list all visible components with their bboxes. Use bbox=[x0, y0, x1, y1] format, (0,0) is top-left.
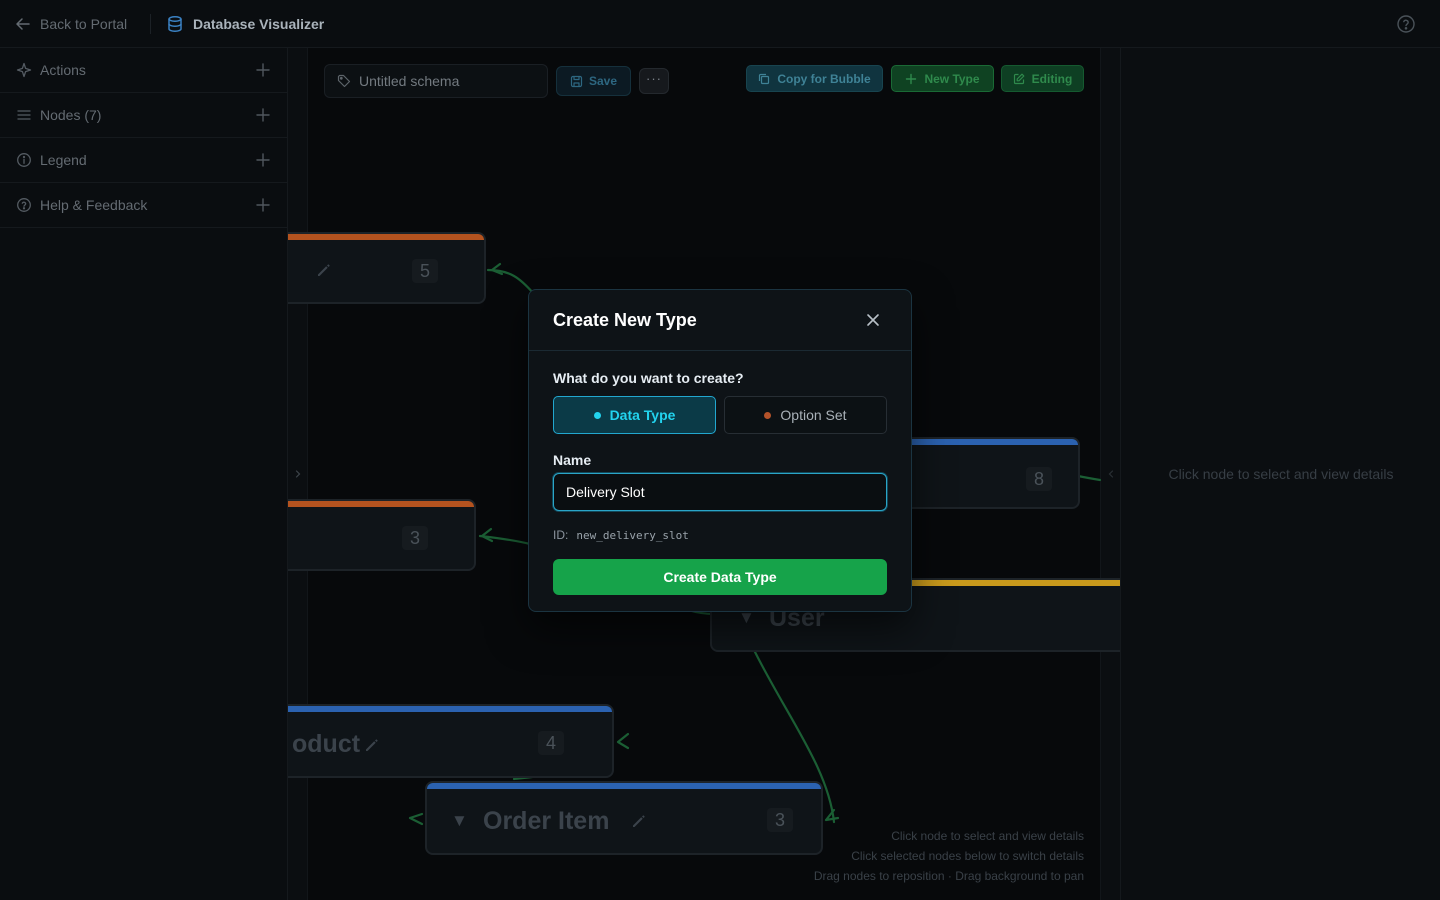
close-icon[interactable] bbox=[865, 312, 881, 328]
sidebar-item-label: Legend bbox=[40, 152, 87, 168]
node-card-product[interactable]: oduct 4 bbox=[288, 704, 614, 778]
data-type-label: Data Type bbox=[609, 407, 676, 423]
new-type-label: New Type bbox=[924, 71, 980, 86]
pencil-icon[interactable] bbox=[364, 738, 379, 753]
sidebar-item-actions[interactable]: Actions bbox=[0, 48, 287, 93]
new-type-button[interactable]: New Type bbox=[891, 65, 994, 92]
sidebar-item-label: Nodes (7) bbox=[40, 107, 102, 123]
field-count-badge: 5 bbox=[412, 259, 438, 283]
pencil-icon[interactable] bbox=[631, 814, 646, 829]
edge bbox=[478, 534, 532, 546]
dot-icon bbox=[764, 411, 772, 419]
back-to-portal-label: Back to Portal bbox=[40, 16, 128, 32]
name-label: Name bbox=[553, 452, 592, 468]
sidebar-item-nodes[interactable]: Nodes (7) bbox=[0, 93, 287, 138]
list-icon bbox=[16, 107, 32, 123]
data-type-option[interactable]: Data Type bbox=[553, 396, 716, 434]
app-title-label: Database Visualizer bbox=[193, 16, 325, 32]
tag-icon bbox=[337, 74, 351, 88]
field-count-badge: 3 bbox=[402, 526, 428, 550]
node-color-bar bbox=[427, 783, 821, 789]
edge bbox=[480, 527, 494, 543]
canvas-hints: Click node to select and view details Cl… bbox=[814, 826, 1084, 886]
arrow-left-icon bbox=[14, 15, 32, 33]
details-hint: Click node to select and view details bbox=[1168, 466, 1394, 482]
copy-icon bbox=[758, 73, 770, 85]
node-title: Order Item bbox=[483, 807, 610, 835]
more-options-button[interactable]: ··· bbox=[639, 68, 669, 94]
node-card-order-item[interactable]: ▼ Order Item 3 bbox=[425, 781, 823, 855]
plus-icon[interactable] bbox=[255, 152, 271, 168]
sidebar-item-legend[interactable]: Legend bbox=[0, 138, 287, 183]
plus-icon[interactable] bbox=[255, 107, 271, 123]
edge bbox=[1076, 474, 1102, 482]
database-icon bbox=[166, 15, 184, 33]
node-card[interactable]: 5 bbox=[288, 232, 486, 304]
hint-line: Click selected nodes below to switch det… bbox=[851, 849, 1084, 863]
hint-line: Click node to select and view details bbox=[891, 829, 1084, 843]
create-new-type-modal: Create New Type What do you want to crea… bbox=[528, 289, 912, 612]
copy-for-bubble-label: Copy for Bubble bbox=[777, 71, 871, 86]
option-set-option[interactable]: Option Set bbox=[724, 396, 887, 434]
node-color-bar bbox=[288, 501, 474, 507]
option-set-label: Option Set bbox=[780, 407, 847, 423]
divider bbox=[150, 14, 151, 34]
editing-label: Editing bbox=[1031, 71, 1073, 86]
field-count-badge: 4 bbox=[538, 731, 564, 755]
node-card[interactable]: 3 bbox=[288, 499, 476, 571]
info-icon bbox=[16, 152, 32, 168]
editing-toggle-button[interactable]: Editing bbox=[1001, 65, 1084, 92]
help-circle-icon bbox=[16, 197, 32, 213]
modal-title: Create New Type bbox=[553, 310, 697, 330]
save-label: Save bbox=[588, 74, 618, 88]
type-question: What do you want to create? bbox=[553, 370, 744, 386]
help-circle-icon[interactable] bbox=[1396, 14, 1416, 34]
top-bar: Back to Portal Database Visualizer bbox=[0, 0, 1440, 48]
back-to-portal-button[interactable]: Back to Portal bbox=[14, 14, 127, 34]
sidebar-item-label: Help & Feedback bbox=[40, 197, 148, 213]
node-title: oduct bbox=[292, 730, 361, 758]
sidebar-item-help-feedback[interactable]: Help & Feedback bbox=[0, 183, 287, 228]
type-name-input[interactable] bbox=[553, 473, 887, 511]
chevron-right-icon[interactable] bbox=[293, 468, 303, 480]
save-button[interactable]: Save bbox=[556, 66, 631, 96]
dot-icon bbox=[593, 411, 601, 419]
left-sidebar: Actions Nodes (7) Legend Help & Feedback bbox=[0, 48, 288, 900]
plus-icon bbox=[905, 73, 917, 85]
field-count-badge: 3 bbox=[767, 808, 793, 832]
edge bbox=[616, 732, 630, 750]
plus-icon[interactable] bbox=[255, 62, 271, 78]
sparkle-icon bbox=[16, 62, 32, 78]
copy-for-bubble-button[interactable]: Copy for Bubble bbox=[746, 65, 883, 92]
modal-header: Create New Type bbox=[529, 290, 911, 351]
id-label: ID: bbox=[553, 528, 569, 542]
edge bbox=[408, 812, 424, 826]
node-color-bar bbox=[288, 234, 484, 240]
caret-down-icon[interactable]: ▼ bbox=[451, 811, 468, 831]
schema-name-input[interactable]: Untitled schema bbox=[324, 64, 548, 98]
app-title: Database Visualizer bbox=[166, 14, 324, 34]
edge bbox=[490, 262, 504, 276]
chevron-left-icon[interactable] bbox=[1106, 468, 1116, 480]
field-count-badge: 8 bbox=[1026, 467, 1052, 491]
id-row: ID: new_delivery_slot bbox=[553, 528, 689, 542]
edit-icon bbox=[1013, 73, 1025, 85]
sidebar-item-label: Actions bbox=[40, 62, 86, 78]
hint-line: Drag nodes to reposition · Drag backgrou… bbox=[813, 869, 1084, 883]
create-data-type-button[interactable]: Create Data Type bbox=[553, 559, 887, 595]
id-value: new_delivery_slot bbox=[576, 528, 689, 542]
details-panel: Click node to select and view details bbox=[1120, 48, 1440, 900]
edge bbox=[486, 268, 536, 296]
save-icon bbox=[570, 75, 583, 88]
schema-name-value: Untitled schema bbox=[359, 73, 460, 89]
node-color-bar bbox=[288, 706, 612, 712]
plus-icon[interactable] bbox=[255, 197, 271, 213]
pencil-icon[interactable] bbox=[316, 263, 331, 278]
